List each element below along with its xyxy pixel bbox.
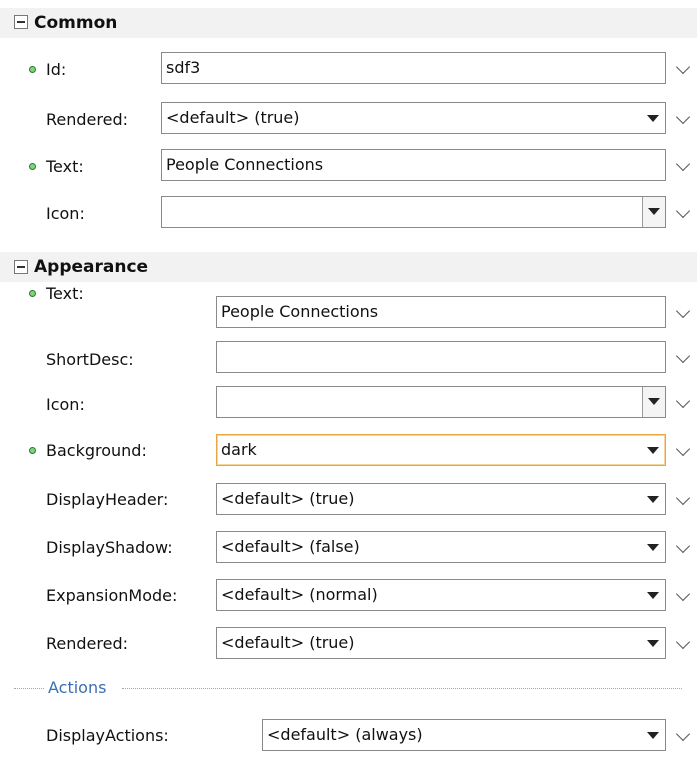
- id-label: Id:: [46, 60, 67, 79]
- collapse-icon[interactable]: [14, 15, 28, 29]
- appearance-section-title: Appearance: [34, 257, 149, 277]
- displayheader-select[interactable]: <default> (true): [216, 483, 666, 515]
- required-indicator-icon: [29, 66, 36, 73]
- displayshadow-label: DisplayShadow:: [46, 538, 173, 557]
- dropdown-arrow-icon: [648, 208, 660, 215]
- appearance-icon-combobox[interactable]: [216, 386, 666, 418]
- appearance-text-field[interactable]: People Connections: [216, 296, 666, 328]
- background-value: dark: [221, 440, 257, 459]
- dropdown-arrow-icon: [647, 115, 659, 122]
- appearance-text-value: People Connections: [221, 302, 379, 321]
- displayactions-select[interactable]: <default> (always): [262, 719, 666, 751]
- required-indicator-icon: [29, 447, 36, 454]
- displayheader-label: DisplayHeader:: [46, 490, 169, 509]
- shortdesc-field[interactable]: [216, 341, 666, 373]
- chevron-down-icon[interactable]: [675, 348, 691, 364]
- icon-combobox[interactable]: [161, 196, 666, 228]
- subsection-divider: [14, 688, 44, 689]
- actions-subsection-title: Actions: [48, 678, 107, 697]
- appearance-rendered-value: <default> (true): [221, 633, 355, 652]
- chevron-down-icon[interactable]: [675, 303, 691, 319]
- chevron-down-icon[interactable]: [675, 586, 691, 602]
- shortdesc-label: ShortDesc:: [46, 350, 134, 369]
- common-section-title: Common: [34, 13, 118, 33]
- text-value: People Connections: [166, 155, 324, 174]
- background-select[interactable]: dark: [216, 434, 666, 466]
- chevron-down-icon[interactable]: [675, 726, 691, 742]
- displayshadow-select[interactable]: <default> (false): [216, 531, 666, 563]
- icon-label: Icon:: [46, 204, 85, 223]
- displayshadow-value: <default> (false): [221, 537, 360, 556]
- subsection-divider: [122, 688, 682, 689]
- appearance-rendered-label: Rendered:: [46, 634, 128, 653]
- dropdown-arrow-icon: [647, 640, 659, 647]
- text-field[interactable]: People Connections: [161, 149, 666, 181]
- dropdown-arrow-icon: [648, 398, 660, 405]
- appearance-rendered-select[interactable]: <default> (true): [216, 627, 666, 659]
- chevron-down-icon[interactable]: [675, 109, 691, 125]
- rendered-value: <default> (true): [166, 108, 300, 127]
- displayactions-value: <default> (always): [267, 725, 423, 744]
- rendered-select[interactable]: <default> (true): [161, 102, 666, 134]
- chevron-down-icon[interactable]: [675, 441, 691, 457]
- background-label: Background:: [46, 441, 147, 460]
- displayactions-label: DisplayActions:: [46, 726, 169, 745]
- dropdown-button[interactable]: [642, 197, 665, 227]
- expansionmode-label: ExpansionMode:: [46, 586, 178, 605]
- displayheader-value: <default> (true): [221, 489, 355, 508]
- appearance-icon-label: Icon:: [46, 395, 85, 414]
- chevron-down-icon[interactable]: [675, 156, 691, 172]
- expansionmode-select[interactable]: <default> (normal): [216, 579, 666, 611]
- dropdown-arrow-icon: [647, 732, 659, 739]
- id-value: sdf3: [166, 58, 201, 77]
- required-indicator-icon: [29, 163, 36, 170]
- chevron-down-icon[interactable]: [675, 634, 691, 650]
- chevron-down-icon[interactable]: [675, 490, 691, 506]
- chevron-down-icon[interactable]: [675, 538, 691, 554]
- collapse-icon[interactable]: [14, 260, 28, 274]
- common-section-header[interactable]: Common: [0, 8, 697, 38]
- appearance-section-header[interactable]: Appearance: [0, 252, 697, 282]
- dropdown-arrow-icon: [647, 496, 659, 503]
- chevron-down-icon[interactable]: [675, 393, 691, 409]
- rendered-label: Rendered:: [46, 110, 128, 129]
- text-label: Text:: [46, 157, 84, 176]
- chevron-down-icon[interactable]: [675, 203, 691, 219]
- expansionmode-value: <default> (normal): [221, 585, 378, 604]
- dropdown-arrow-icon: [647, 447, 659, 454]
- dropdown-arrow-icon: [647, 592, 659, 599]
- dropdown-button[interactable]: [642, 387, 665, 417]
- chevron-down-icon[interactable]: [675, 59, 691, 75]
- id-field[interactable]: sdf3: [161, 52, 666, 84]
- appearance-text-label: Text:: [46, 284, 84, 303]
- dropdown-arrow-icon: [647, 544, 659, 551]
- required-indicator-icon: [29, 290, 36, 297]
